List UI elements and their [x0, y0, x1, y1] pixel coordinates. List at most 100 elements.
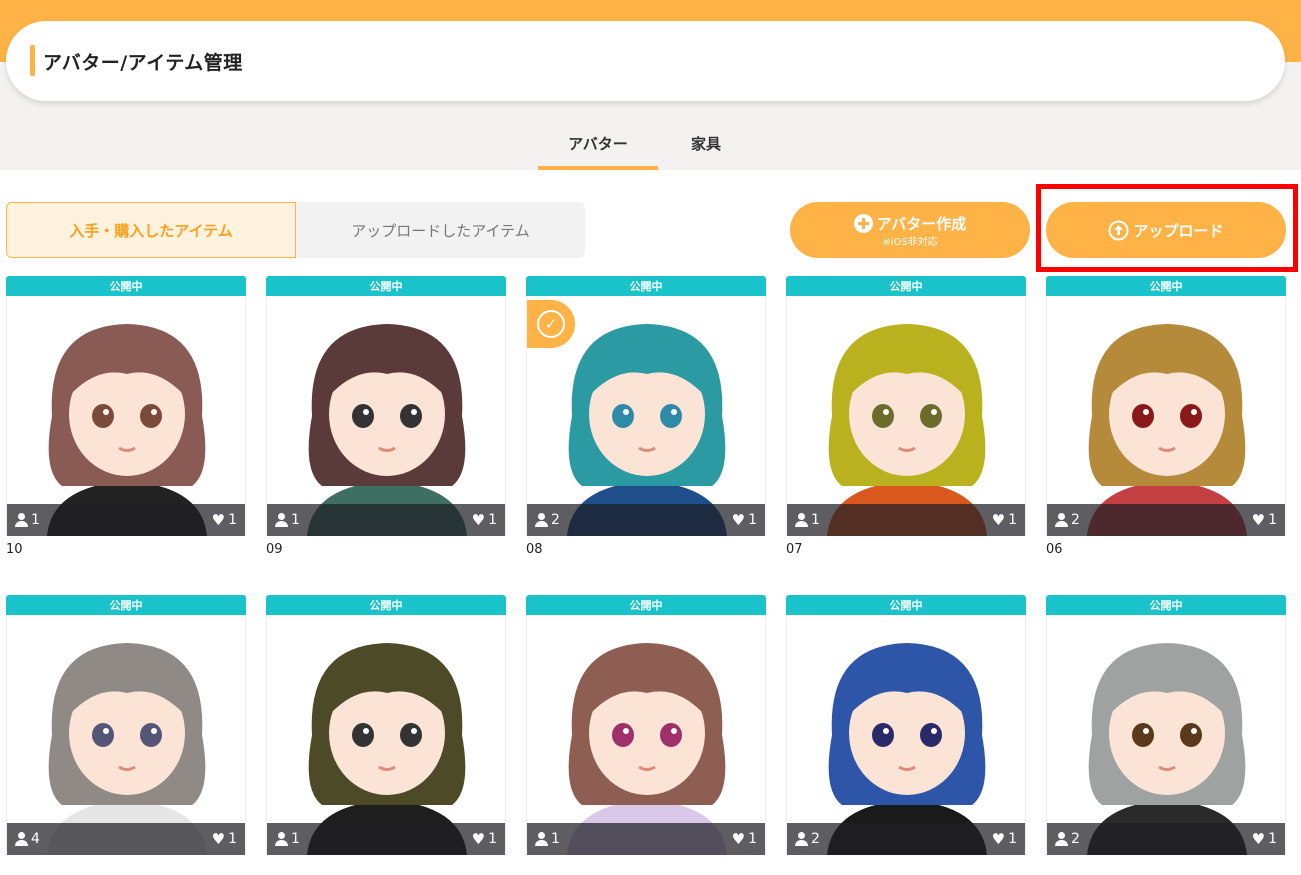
like-count-value: 1	[1268, 831, 1277, 847]
avatar-stats-bar: 2 ♥ 1	[527, 504, 765, 536]
status-badge: 公開中	[1046, 276, 1286, 296]
like-count[interactable]: ♥ 1	[212, 512, 237, 528]
avatar-name	[786, 855, 1026, 875]
ios-unsupported-note: ※iOS非対応	[882, 236, 938, 248]
avatar-card[interactable]: 公開中 2 ♥ 1	[1046, 595, 1286, 875]
create-avatar-button[interactable]: アバター作成 ※iOS非対応	[790, 202, 1030, 258]
avatar-name: 06	[1046, 542, 1063, 557]
user-count: 4	[15, 831, 40, 847]
avatar-stats-bar: 1 ♥ 1	[267, 504, 505, 536]
user-count-value: 2	[1071, 831, 1080, 847]
like-count-value: 1	[228, 512, 237, 528]
person-icon	[795, 832, 808, 846]
title-accent-mark	[30, 45, 35, 76]
person-icon	[1055, 832, 1068, 846]
avatar-card[interactable]: 公開中 1 ♥ 1	[526, 595, 766, 875]
like-count[interactable]: ♥ 1	[1252, 831, 1277, 847]
avatar-thumbnail: 1 ♥ 1	[526, 615, 766, 855]
avatar-stats-bar: 1 ♥ 1	[527, 823, 765, 855]
user-count-value: 4	[31, 831, 40, 847]
person-icon	[15, 513, 28, 527]
page-title: アバター/アイテム管理	[43, 52, 243, 74]
avatar-stats-bar: 4 ♥ 1	[7, 823, 245, 855]
like-count[interactable]: ♥ 1	[992, 512, 1017, 528]
like-count[interactable]: ♥ 1	[732, 512, 757, 528]
avatar-card[interactable]: 公開中 1 ♥ 1 09	[266, 276, 506, 557]
heart-icon: ♥	[1251, 829, 1266, 848]
user-count: 2	[1055, 831, 1080, 847]
avatar-stats-bar: 2 ♥ 1	[1047, 504, 1285, 536]
tab-furniture[interactable]: 家具	[676, 116, 736, 170]
like-count[interactable]: ♥ 1	[1252, 512, 1277, 528]
person-icon	[535, 513, 548, 527]
avatar-card[interactable]: 公開中 1 ♥ 1 10	[6, 276, 246, 557]
avatar-name	[6, 855, 246, 875]
avatar-thumbnail: 1 ♥ 1	[266, 615, 506, 855]
avatar-illustration	[1087, 324, 1247, 536]
user-count-value: 1	[811, 512, 820, 528]
avatar-thumbnail: 2 ♥ 1	[786, 615, 1026, 855]
user-count-value: 1	[551, 831, 560, 847]
avatar-thumbnail: 2 ♥ 1	[1046, 296, 1286, 536]
like-count-value: 1	[1268, 512, 1277, 528]
avatar-card[interactable]: 公開中 1 ♥ 1	[266, 595, 506, 875]
person-icon	[275, 832, 288, 846]
status-badge: 公開中	[1046, 595, 1286, 615]
plus-circle-icon	[853, 213, 873, 233]
avatar-thumbnail: 1 ♥ 1	[266, 296, 506, 536]
avatar-card[interactable]: 公開中 2 ♥ 1 06	[1046, 276, 1286, 557]
heart-icon: ♥	[991, 829, 1006, 848]
heart-icon: ♥	[471, 829, 486, 848]
avatar-illustration	[307, 324, 467, 536]
like-count[interactable]: ♥ 1	[472, 831, 497, 847]
avatar-illustration	[47, 643, 207, 855]
user-count: 1	[275, 831, 300, 847]
avatar-card[interactable]: 公開中 1 ♥ 1 07	[786, 276, 1026, 557]
like-count-value: 1	[488, 512, 497, 528]
avatar-thumbnail: 1 ♥ 1	[786, 296, 1026, 536]
avatar-name	[1046, 855, 1286, 875]
user-count-value: 1	[31, 512, 40, 528]
avatar-illustration	[307, 643, 467, 855]
like-count[interactable]: ♥ 1	[472, 512, 497, 528]
status-badge: 公開中	[526, 276, 766, 296]
avatar-card[interactable]: 公開中 ✓ 2 ♥ 1 08	[526, 276, 766, 557]
heart-icon: ♥	[471, 510, 486, 529]
main-tabs: アバター 家具	[0, 116, 1301, 170]
avatar-card[interactable]: 公開中 4 ♥ 1	[6, 595, 246, 875]
status-badge: 公開中	[786, 595, 1026, 615]
like-count[interactable]: ♥ 1	[992, 831, 1017, 847]
person-icon	[275, 513, 288, 527]
like-count[interactable]: ♥ 1	[732, 831, 757, 847]
avatar-name: 07	[786, 542, 803, 557]
user-count-value: 1	[291, 831, 300, 847]
status-badge: 公開中	[266, 276, 506, 296]
avatar-thumbnail: ✓ 2 ♥ 1	[526, 296, 766, 536]
avatar-thumbnail: 2 ♥ 1	[1046, 615, 1286, 855]
like-count-value: 1	[1008, 831, 1017, 847]
person-icon	[795, 513, 808, 527]
tab-avatar[interactable]: アバター	[538, 116, 658, 170]
like-count-value: 1	[1008, 512, 1017, 528]
avatar-illustration	[827, 643, 987, 855]
person-icon	[535, 832, 548, 846]
heart-icon: ♥	[1251, 510, 1266, 529]
like-count-value: 1	[488, 831, 497, 847]
avatar-card[interactable]: 公開中 2 ♥ 1	[786, 595, 1026, 875]
avatar-thumbnail: 1 ♥ 1	[6, 296, 246, 536]
avatar-name	[526, 855, 766, 875]
like-count[interactable]: ♥ 1	[212, 831, 237, 847]
upload-highlight-box	[1036, 184, 1298, 272]
like-count-value: 1	[228, 831, 237, 847]
avatar-name	[266, 855, 506, 875]
person-icon	[1055, 513, 1068, 527]
create-avatar-label: アバター作成	[876, 214, 967, 233]
user-count: 1	[275, 512, 300, 528]
selected-check-icon: ✓	[527, 300, 575, 348]
heart-icon: ♥	[731, 829, 746, 848]
avatar-stats-bar: 2 ♥ 1	[787, 823, 1025, 855]
tab-acquired-items[interactable]: 入手・購入したアイテム	[6, 202, 296, 258]
heart-icon: ♥	[211, 829, 226, 848]
heart-icon: ♥	[991, 510, 1006, 529]
tab-uploaded-items[interactable]: アップロードしたアイテム	[296, 202, 585, 258]
